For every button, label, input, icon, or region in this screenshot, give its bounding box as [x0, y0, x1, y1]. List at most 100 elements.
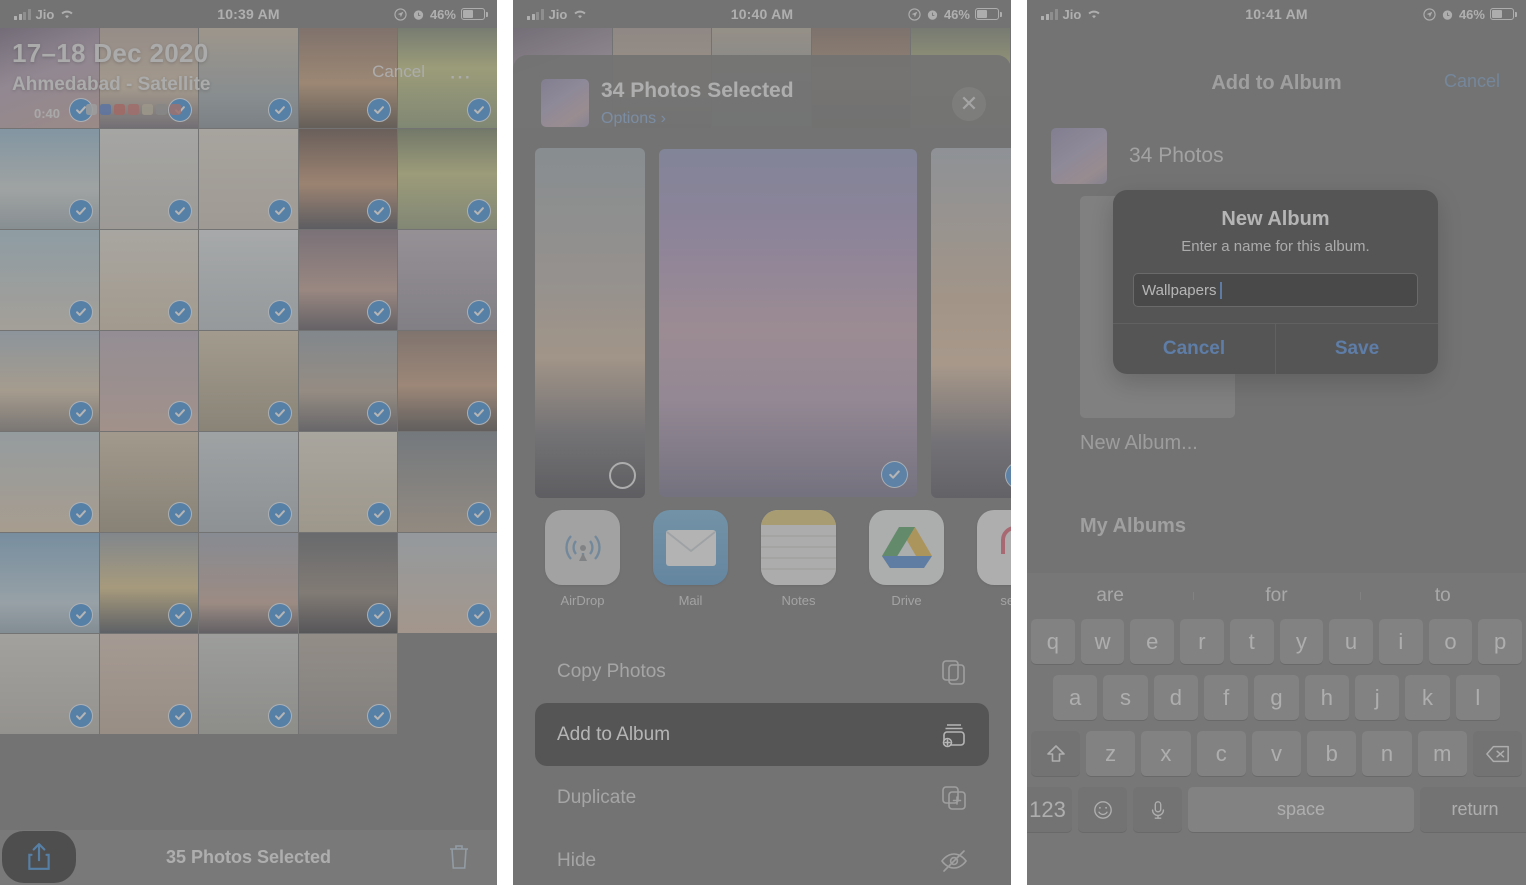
photo-selected-check[interactable]: [68, 502, 93, 526]
photo-cell[interactable]: [398, 129, 497, 229]
key-z[interactable]: z: [1086, 731, 1136, 776]
photo-cell[interactable]: [298, 432, 398, 532]
photo-selected-check[interactable]: [68, 300, 93, 324]
photo-selected-check[interactable]: [267, 401, 292, 425]
photo-selected-check[interactable]: [367, 300, 392, 324]
album-name-input[interactable]: Wallpapers: [1133, 273, 1418, 307]
photo-cell[interactable]: [398, 331, 497, 431]
space-key[interactable]: space: [1188, 787, 1414, 832]
keyboard-row-1[interactable]: qwertyuiop: [1030, 619, 1523, 664]
close-icon[interactable]: ✕: [952, 87, 986, 121]
key-n[interactable]: n: [1362, 731, 1412, 776]
photo-selected-check[interactable]: [367, 603, 392, 627]
key-p[interactable]: p: [1478, 619, 1523, 664]
alert-cancel-button[interactable]: Cancel: [1113, 324, 1276, 374]
photo-selected-check[interactable]: [68, 401, 93, 425]
photo-selected-check[interactable]: [367, 502, 392, 526]
photo-selected-check[interactable]: [68, 603, 93, 627]
photo-cell[interactable]: [298, 634, 398, 734]
photo-cell[interactable]: [0, 432, 99, 532]
delete-button[interactable]: [447, 843, 471, 871]
dictation-key[interactable]: [1133, 787, 1182, 832]
photo-cell[interactable]: [99, 533, 199, 633]
photo-cell[interactable]: [199, 533, 298, 633]
key-f[interactable]: f: [1204, 675, 1249, 720]
action-duplicate[interactable]: Duplicate: [535, 766, 989, 829]
backspace-key[interactable]: [1473, 731, 1522, 776]
photo-selected-check[interactable]: [267, 603, 292, 627]
suggestion-chip[interactable]: to: [1359, 585, 1526, 607]
photo-cell[interactable]: [99, 230, 199, 330]
photo-cell[interactable]: [298, 533, 398, 633]
alert-save-button[interactable]: Save: [1276, 324, 1438, 374]
photo-selected-check[interactable]: [168, 704, 193, 728]
key-m[interactable]: m: [1417, 731, 1467, 776]
keyboard-row-4[interactable]: 123 space return: [1027, 787, 1526, 832]
photo-cell[interactable]: [398, 230, 497, 330]
share-app-row[interactable]: AirDrop Mail Notes Drive se: [513, 510, 1011, 630]
photo-selected-check[interactable]: [68, 704, 93, 728]
share-options-link[interactable]: Options ›: [601, 110, 666, 128]
carousel-photo-next[interactable]: [931, 147, 1011, 498]
photo-cell[interactable]: [99, 129, 199, 229]
photo-selected-check[interactable]: [466, 603, 491, 627]
key-q[interactable]: q: [1030, 619, 1075, 664]
key-y[interactable]: y: [1279, 619, 1324, 664]
unselected-circle-icon[interactable]: [609, 461, 636, 489]
shift-key[interactable]: [1031, 731, 1080, 776]
photo-selected-check[interactable]: [466, 300, 491, 324]
action-add-to-album[interactable]: Add to Album: [535, 703, 989, 766]
photo-cell[interactable]: [199, 634, 298, 734]
key-s[interactable]: s: [1103, 675, 1148, 720]
share-app-notes[interactable]: Notes: [761, 510, 836, 630]
photo-cell[interactable]: [398, 634, 497, 734]
share-app-sendanywhere[interactable]: send: [977, 510, 1011, 630]
photo-grid[interactable]: [0, 28, 497, 830]
photo-cell[interactable]: [199, 129, 298, 229]
more-options-icon[interactable]: ⋯: [449, 64, 473, 90]
photo-cell[interactable]: [298, 331, 398, 431]
photo-selected-check[interactable]: [267, 502, 292, 526]
key-g[interactable]: g: [1254, 675, 1299, 720]
photo-selected-check[interactable]: [168, 502, 193, 526]
photo-selected-check[interactable]: [267, 704, 292, 728]
key-k[interactable]: k: [1405, 675, 1450, 720]
selected-check-icon[interactable]: [881, 460, 908, 488]
suggestion-chip[interactable]: for: [1193, 585, 1359, 607]
key-v[interactable]: v: [1251, 731, 1302, 776]
share-app-mail[interactable]: Mail: [653, 510, 728, 630]
photo-cell[interactable]: [0, 129, 99, 229]
numeric-key[interactable]: 123: [1027, 787, 1072, 832]
photo-selected-check[interactable]: [367, 199, 392, 223]
photo-cell[interactable]: [0, 533, 99, 633]
photo-selected-check[interactable]: [168, 199, 193, 223]
cancel-button[interactable]: Cancel: [1444, 71, 1500, 92]
key-h[interactable]: h: [1304, 675, 1349, 720]
share-app-drive[interactable]: Drive: [869, 510, 944, 630]
photo-selected-check[interactable]: [466, 502, 491, 526]
key-l[interactable]: l: [1455, 675, 1500, 720]
photo-selected-check[interactable]: [466, 199, 491, 223]
photo-cell[interactable]: [398, 533, 497, 633]
key-j[interactable]: j: [1354, 675, 1400, 720]
photo-cell[interactable]: [0, 634, 99, 734]
onscreen-keyboard[interactable]: are for to qwertyuiop asdfghjkl zxcvbnm: [1027, 573, 1526, 885]
keyboard-suggestion-bar[interactable]: are for to: [1027, 573, 1526, 619]
key-t[interactable]: t: [1229, 619, 1274, 664]
key-o[interactable]: o: [1428, 619, 1473, 664]
keyboard-row-2[interactable]: asdfghjkl: [1031, 675, 1522, 720]
photo-cell[interactable]: [0, 230, 99, 330]
photo-selected-check[interactable]: [267, 300, 292, 324]
photo-selected-check[interactable]: [367, 401, 392, 425]
action-copy-photos[interactable]: Copy Photos: [535, 640, 989, 703]
keyboard-row-3[interactable]: zxcvbnm: [1031, 731, 1522, 776]
key-d[interactable]: d: [1153, 675, 1198, 720]
photo-cell[interactable]: [199, 432, 298, 532]
photo-cell[interactable]: [0, 331, 99, 431]
key-w[interactable]: w: [1080, 619, 1125, 664]
photo-selected-check[interactable]: [168, 300, 193, 324]
photo-cell[interactable]: [298, 129, 398, 229]
share-app-airdrop[interactable]: AirDrop: [545, 510, 620, 630]
photo-selected-check[interactable]: [168, 603, 193, 627]
photo-cell[interactable]: [99, 634, 199, 734]
